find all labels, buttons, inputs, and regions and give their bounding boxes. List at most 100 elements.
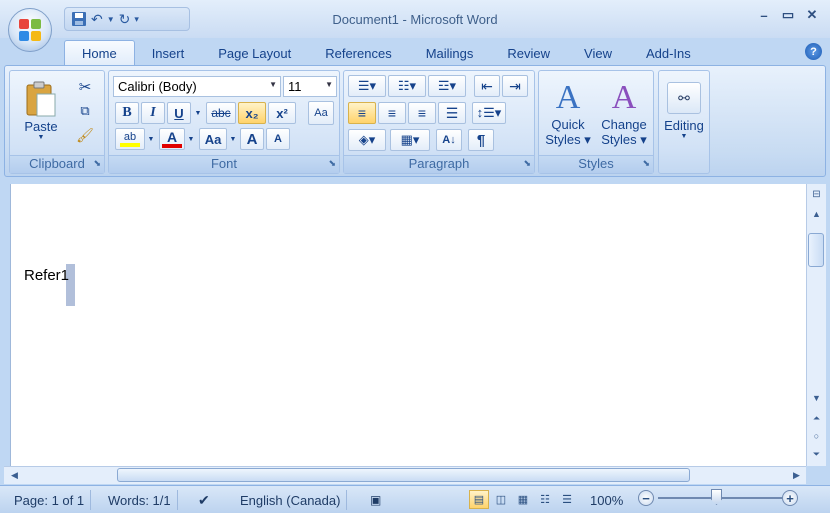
print-layout-icon[interactable]: ▤ xyxy=(469,490,489,509)
copy-icon[interactable]: ⧉ xyxy=(74,101,96,121)
tab-review[interactable]: Review xyxy=(490,40,567,66)
styles-group: A Quick Styles ▾ A Change Styles ▾ Style… xyxy=(538,70,654,174)
previous-page-icon[interactable]: ⏶ xyxy=(808,410,825,426)
grow-font-button[interactable]: A xyxy=(240,128,264,150)
font-launcher-icon[interactable]: ⬊ xyxy=(328,158,336,169)
change-styles-button[interactable]: A Change Styles ▾ xyxy=(597,73,651,153)
tab-add-ins[interactable]: Add-Ins xyxy=(629,40,708,66)
tab-home[interactable]: Home xyxy=(64,40,135,66)
show-formatting-button[interactable]: ¶ xyxy=(468,129,494,151)
clipboard-launcher-icon[interactable]: ⬊ xyxy=(93,158,101,169)
shading-icon[interactable]: ◈▾ xyxy=(348,129,386,151)
decrease-indent-icon[interactable]: ⇤ xyxy=(474,75,500,97)
paragraph-group: ☰▾ ☷▾ ☲▾ ⇤ ⇥ ≡ ≡ ≡ ☰ ↕☰▾ ◈▾ ▦▾ A↓ ¶ Para… xyxy=(343,70,535,174)
paste-button[interactable]: Paste ▼ xyxy=(16,73,66,149)
change-styles-icon: A xyxy=(611,78,637,116)
vertical-scrollbar[interactable]: ⊟ ▲ ▼ ⏶ ○ ⏷ xyxy=(806,184,826,466)
clipboard-label: Clipboard xyxy=(10,155,104,173)
scroll-down-icon[interactable]: ▼ xyxy=(808,390,825,406)
align-center-icon[interactable]: ≡ xyxy=(378,102,406,124)
font-color-bar xyxy=(162,144,182,148)
justify-icon[interactable]: ☰ xyxy=(438,102,466,124)
web-layout-icon[interactable]: ▦ xyxy=(513,490,533,509)
underline-dropdown-icon[interactable]: ▼ xyxy=(192,102,204,124)
window-title: Document1 - Microsoft Word xyxy=(332,12,498,27)
font-group: Calibri (Body) ▼ 11 ▼ B I U ▼ abc x₂ x² … xyxy=(108,70,340,174)
document-page[interactable] xyxy=(10,184,806,466)
chevron-down-icon: ▼ xyxy=(325,80,333,89)
zoom-level[interactable]: 100% xyxy=(584,490,629,510)
tab-view[interactable]: View xyxy=(567,40,629,66)
bullets-icon[interactable]: ☰▾ xyxy=(348,75,386,97)
document-text[interactable]: Refer1 xyxy=(24,267,69,284)
font-color-dropdown-icon[interactable]: ▼ xyxy=(186,128,196,150)
font-color-button[interactable]: A xyxy=(159,128,185,150)
change-styles-label-2: Styles ▾ xyxy=(601,131,647,147)
status-bar: Page: 1 of 1 Words: 1/1 ✔ English (Canad… xyxy=(0,485,830,513)
editing-button[interactable]: ⚯ Editing ▼ xyxy=(660,73,708,149)
office-logo-icon xyxy=(19,19,41,41)
maximize-icon[interactable]: ▭ xyxy=(778,6,798,24)
full-screen-reading-icon[interactable]: ◫ xyxy=(491,490,511,509)
page-count[interactable]: Page: 1 of 1 xyxy=(8,490,92,510)
paragraph-launcher-icon[interactable]: ⬊ xyxy=(523,158,531,169)
sort-icon[interactable]: A↓ xyxy=(436,129,462,151)
zoom-out-icon[interactable]: − xyxy=(638,490,654,506)
styles-launcher-icon[interactable]: ⬊ xyxy=(642,158,650,169)
scroll-right-icon[interactable]: ▶ xyxy=(788,467,805,483)
view-ruler-icon[interactable]: ⊟ xyxy=(808,186,825,202)
vertical-scroll-thumb[interactable] xyxy=(808,233,824,267)
macro-icon[interactable]: ▣ xyxy=(364,490,387,510)
change-case-button[interactable]: Aa xyxy=(199,128,227,150)
quick-styles-label-1: Quick xyxy=(551,116,585,132)
increase-indent-icon[interactable]: ⇥ xyxy=(502,75,528,97)
tab-insert[interactable]: Insert xyxy=(135,40,202,66)
language-indicator[interactable]: English (Canada) xyxy=(234,490,348,510)
italic-button[interactable]: I xyxy=(141,102,165,124)
quick-styles-label-2: Styles ▾ xyxy=(545,131,591,147)
bold-button[interactable]: B xyxy=(115,102,139,124)
ribbon: Paste ▼ ✂ ⧉ 🖌 Clipboard ⬊ Calibri (Body)… xyxy=(4,65,826,177)
format-painter-icon[interactable]: 🖌 xyxy=(74,125,96,145)
font-size-value: 11 xyxy=(288,79,302,94)
next-page-icon[interactable]: ⏷ xyxy=(808,446,825,462)
font-name-select[interactable]: Calibri (Body) ▼ xyxy=(113,76,281,97)
line-spacing-icon[interactable]: ↕☰▾ xyxy=(472,102,506,124)
tab-mailings[interactable]: Mailings xyxy=(409,40,491,66)
zoom-in-icon[interactable]: + xyxy=(782,490,798,506)
strikethrough-button[interactable]: abc xyxy=(206,102,236,124)
shrink-font-button[interactable]: A xyxy=(266,128,290,150)
multilevel-list-icon[interactable]: ☲▾ xyxy=(428,75,466,97)
highlight-dropdown-icon[interactable]: ▼ xyxy=(146,128,156,150)
tab-references[interactable]: References xyxy=(308,40,408,66)
draft-icon[interactable]: ☰ xyxy=(557,490,577,509)
scroll-up-icon[interactable]: ▲ xyxy=(808,206,825,222)
proofing-icon[interactable]: ✔ xyxy=(192,490,216,510)
office-button[interactable] xyxy=(8,8,52,52)
highlight-button[interactable]: ab xyxy=(115,128,145,150)
paste-dropdown-icon: ▼ xyxy=(37,134,45,141)
minimize-icon[interactable]: – xyxy=(754,6,774,24)
tab-page-layout[interactable]: Page Layout xyxy=(201,40,308,66)
help-icon[interactable]: ? xyxy=(805,43,822,60)
outline-icon[interactable]: ☷ xyxy=(535,490,555,509)
clear-formatting-icon[interactable]: Aa xyxy=(308,101,334,125)
quick-styles-button[interactable]: A Quick Styles ▾ xyxy=(541,73,595,153)
align-right-icon[interactable]: ≡ xyxy=(408,102,436,124)
align-left-icon[interactable]: ≡ xyxy=(348,102,376,124)
scroll-left-icon[interactable]: ◀ xyxy=(6,467,23,483)
browse-object-icon[interactable]: ○ xyxy=(808,428,825,444)
word-count[interactable]: Words: 1/1 xyxy=(102,490,178,510)
styles-label: Styles xyxy=(539,155,653,173)
cut-icon[interactable]: ✂ xyxy=(74,77,96,97)
clipboard-group: Paste ▼ ✂ ⧉ 🖌 Clipboard ⬊ xyxy=(9,70,105,174)
subscript-button[interactable]: x₂ xyxy=(238,102,266,124)
horizontal-scroll-thumb[interactable] xyxy=(117,468,690,482)
borders-icon[interactable]: ▦▾ xyxy=(390,129,430,151)
numbering-icon[interactable]: ☷▾ xyxy=(388,75,426,97)
underline-button[interactable]: U xyxy=(167,102,191,124)
font-size-select[interactable]: 11 ▼ xyxy=(283,76,337,97)
close-icon[interactable]: ✕ xyxy=(802,6,822,24)
change-case-dropdown-icon[interactable]: ▼ xyxy=(228,128,238,150)
superscript-button[interactable]: x² xyxy=(268,102,296,124)
